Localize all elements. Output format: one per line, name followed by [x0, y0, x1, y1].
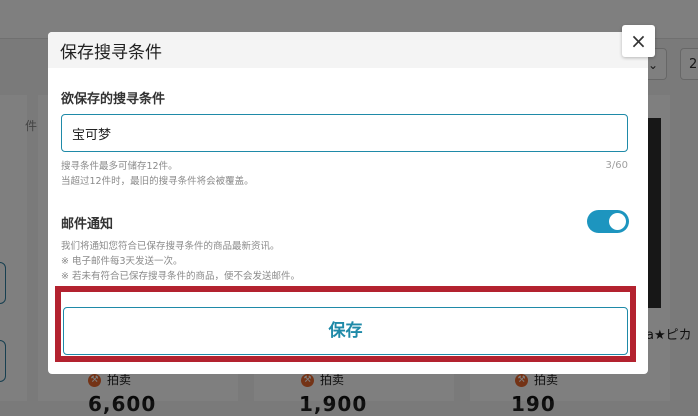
search-condition-input[interactable] [61, 114, 628, 152]
email-note-line: 我们将通知您符合已保存搜寻条件的商品最新资讯。 [61, 241, 280, 252]
highlight-box [55, 286, 636, 362]
search-hint-line: 当超过12件时，最旧的搜寻条件将会被覆盖。 [61, 176, 254, 187]
email-note-line: ※ 电子邮件每3天发送一次。 [61, 256, 183, 267]
email-note-line: ※ 若未有符合已保存搜寻条件的商品，便不会发送邮件。 [61, 271, 300, 282]
search-condition-label: 欲保存的搜寻条件 [61, 92, 166, 107]
dialog-title: 保存搜寻条件 [60, 43, 162, 63]
toggle-knob [609, 213, 626, 230]
char-counter: 3/60 [605, 160, 628, 171]
dialog-header: 保存搜寻条件 [48, 32, 648, 68]
close-icon: × [630, 29, 647, 53]
close-button[interactable]: × [622, 25, 655, 57]
email-notes: 我们将通知您符合已保存搜寻条件的商品最新资讯。 ※ 电子邮件每3天发送一次。 ※… [61, 239, 300, 284]
email-notification-label: 邮件通知 [61, 217, 114, 232]
search-hint-line: 搜寻条件最多可储存12件。 [61, 161, 178, 172]
email-notification-toggle[interactable] [587, 210, 629, 233]
search-hint: 搜寻条件最多可储存12件。 当超过12件时，最旧的搜寻条件将会被覆盖。 [61, 159, 254, 189]
